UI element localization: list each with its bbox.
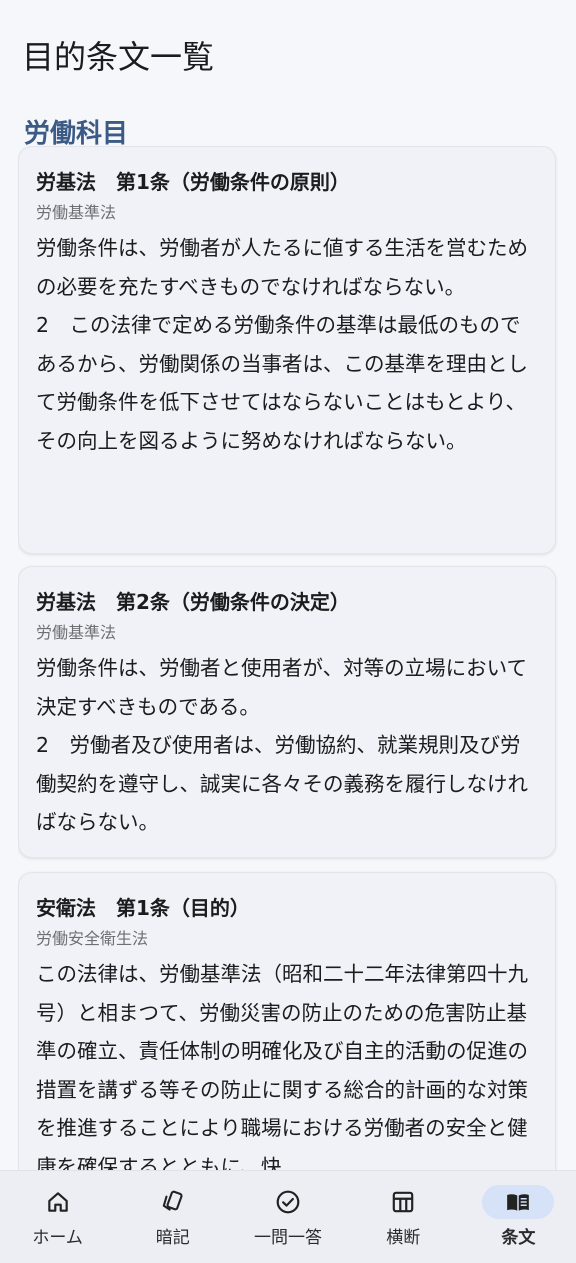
nav-label: 条文 — [501, 1228, 536, 1248]
nav-item-home[interactable]: ホーム — [0, 1171, 115, 1263]
home-icon — [47, 1192, 68, 1212]
nav-label: ホーム — [32, 1228, 83, 1248]
article-list[interactable]: 労基法 第1条（労働条件の原則） 労働基準法 労働条件は、労働者が人たるに値する… — [18, 146, 558, 1170]
article-law-name: 労働基準法 — [36, 203, 117, 222]
nav-item-cross-reference[interactable]: 横断 — [346, 1171, 461, 1263]
article-law-name: 労働安全衛生法 — [36, 929, 149, 948]
cards-icon — [162, 1190, 183, 1211]
article-body: この法律は、労働基準法（昭和二十二年法律第四十九号）と相まつて、労働災害の防止の… — [36, 962, 528, 1170]
nav-label: 一問一答 — [254, 1228, 322, 1248]
article-title: 安衛法 第1条（目的） — [36, 896, 250, 920]
table-icon — [392, 1191, 414, 1213]
article-card[interactable]: 安衛法 第1条（目的） 労働安全衛生法 この法律は、労働基準法（昭和二十二年法律… — [18, 872, 556, 1170]
article-law-name: 労働基準法 — [36, 623, 117, 642]
bottom-navigation: ホーム 暗記 一問一答 横断 条文 — [0, 1170, 576, 1263]
nav-label: 横断 — [386, 1228, 421, 1248]
article-card[interactable]: 労基法 第2条（労働条件の決定） 労働基準法 労働条件は、労働者と使用者が、対等… — [18, 566, 556, 858]
article-card[interactable]: 労基法 第1条（労働条件の原則） 労働基準法 労働条件は、労働者が人たるに値する… — [18, 146, 556, 554]
check-circle-icon — [276, 1190, 300, 1214]
article-title: 労基法 第1条（労働条件の原則） — [36, 170, 350, 194]
article-body: 労働条件は、労働者が人たるに値する生活を営むための必要を充たすべきものでなければ… — [36, 236, 528, 453]
article-title: 労基法 第2条（労働条件の決定） — [36, 590, 350, 614]
article-body: 労働条件は、労働者と使用者が、対等の立場において決定すべきものである。 2 労働… — [36, 656, 528, 834]
page-title: 目的条文一覧 — [22, 38, 215, 77]
nav-item-flashcards[interactable]: 暗記 — [115, 1171, 230, 1263]
nav-item-quiz[interactable]: 一問一答 — [230, 1171, 345, 1263]
nav-label: 暗記 — [155, 1228, 190, 1248]
nav-item-articles[interactable]: 条文 — [461, 1171, 576, 1263]
book-icon — [507, 1194, 530, 1211]
